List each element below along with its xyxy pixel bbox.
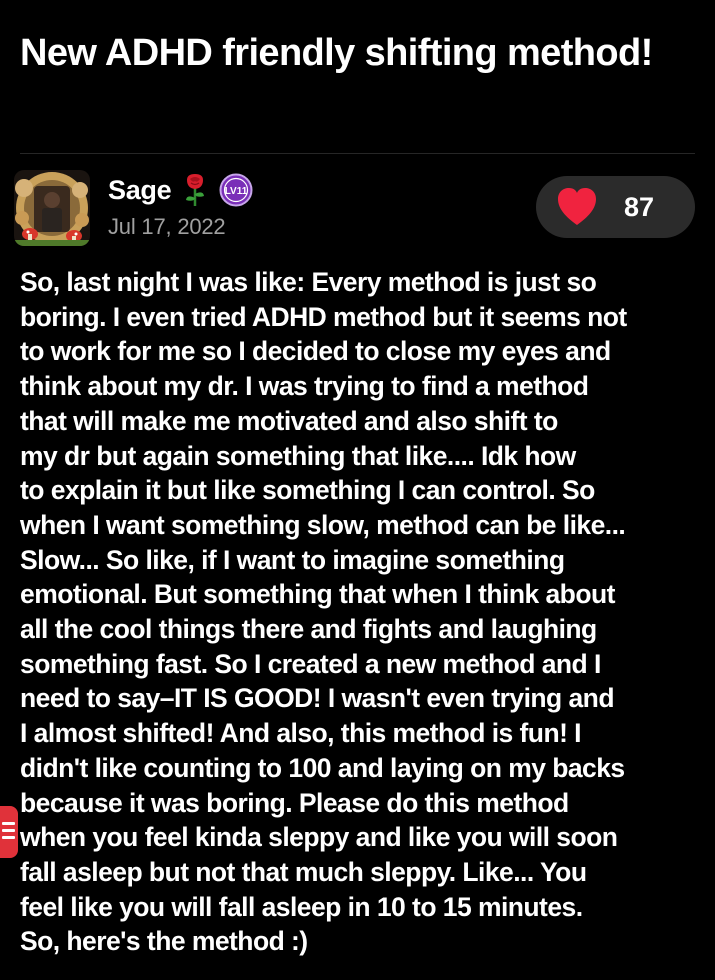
- body-line: need to say–IT IS GOOD! I wasn't even tr…: [20, 683, 615, 714]
- body-line: So, here's the method :): [20, 926, 308, 957]
- body-line: because it was boring. Please do this me…: [20, 787, 569, 818]
- post-date: Jul 17, 2022: [108, 214, 226, 239]
- side-menu-tab[interactable]: [0, 806, 18, 858]
- body-line: fall asleep but not that much sleppy. Li…: [20, 856, 587, 887]
- menu-icon: [2, 822, 15, 842]
- body-line: that will make me motivated and also shi…: [20, 405, 558, 436]
- body-line: I almost shifted! And also, this method …: [20, 718, 582, 749]
- rose-icon: [186, 174, 205, 206]
- body-line: Slow... So like, if I want to imagine so…: [20, 544, 565, 575]
- body-line: to explain it but like something I can c…: [20, 475, 595, 506]
- body-line: boring. I even tried ADHD method but it …: [20, 301, 627, 332]
- body-line: So, last night I was like: Every method …: [20, 267, 597, 297]
- body-line: my dr but again something that like.... …: [20, 440, 576, 471]
- body-line: emotional. But something that when I thi…: [20, 579, 615, 610]
- like-count: 87: [624, 192, 655, 222]
- body-line: when you feel kinda sleppy and like you …: [20, 822, 618, 853]
- author-row: Sage LV11: [108, 170, 253, 210]
- body-line: didn't like counting to 100 and laying o…: [20, 752, 625, 783]
- level-badge-text: LV11: [225, 186, 248, 197]
- level-badge-icon: LV11: [219, 173, 253, 207]
- post-body: So, last night I was like: Every method …: [20, 265, 700, 959]
- body-line: all the cool things there and fights and…: [20, 614, 597, 645]
- body-line: feel like you will fall asleep in 10 to …: [20, 891, 583, 922]
- post-title: New ADHD friendly shifting method!: [20, 32, 653, 74]
- body-line: think about my dr. I was trying to find …: [20, 371, 589, 402]
- body-line: when I want something slow, method can b…: [20, 509, 626, 540]
- body-line: to work for me so I decided to close my …: [20, 336, 611, 367]
- author-avatar[interactable]: [12, 168, 92, 248]
- author-name[interactable]: Sage: [108, 175, 172, 206]
- heart-icon: [558, 188, 596, 225]
- like-button[interactable]: 87: [536, 176, 695, 238]
- body-line: something fast. So I created a new metho…: [20, 648, 601, 679]
- title-divider: [20, 153, 695, 154]
